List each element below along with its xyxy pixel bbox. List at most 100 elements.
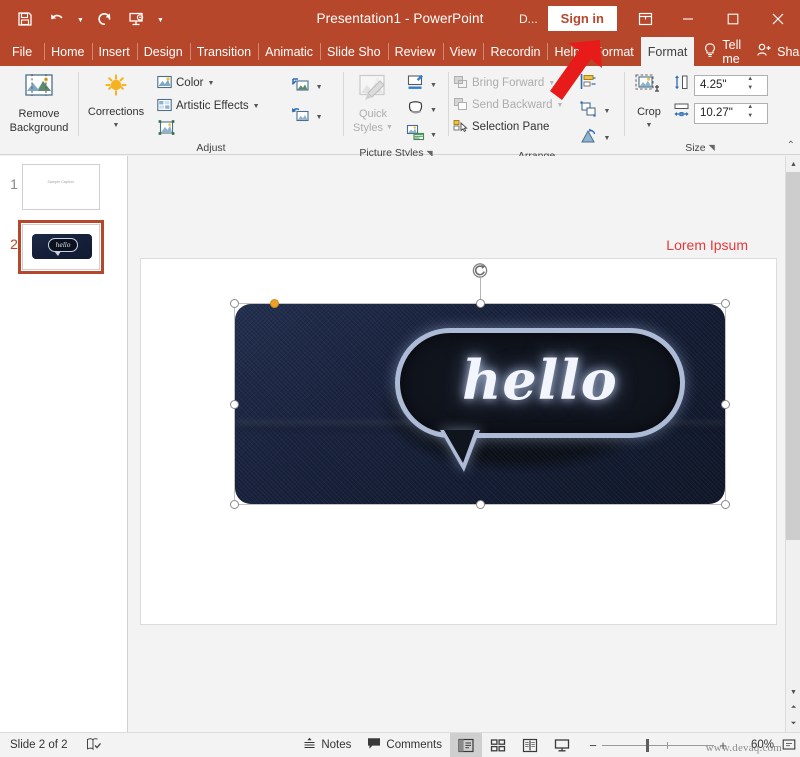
zoom-slider[interactable]: − + <box>578 733 738 757</box>
resize-handle-w[interactable] <box>230 399 239 409</box>
tab-view[interactable]: View <box>442 37 484 66</box>
corrections-dropdown-icon[interactable]: ▼ <box>113 120 120 132</box>
stepper-up-icon[interactable]: ▲ <box>747 76 753 86</box>
customize-qat-icon[interactable]: ▼ <box>154 5 167 33</box>
resize-handle-nw[interactable] <box>230 299 239 308</box>
next-slide-button[interactable]: ⏷ <box>786 716 800 732</box>
tell-me-button[interactable]: Tell me <box>694 38 751 66</box>
rotate-objects-button[interactable] <box>575 126 601 150</box>
rotate-dropdown-icon[interactable]: ▼ <box>603 135 610 142</box>
tab-recording[interactable]: Recordin <box>483 37 547 66</box>
color-dropdown-icon[interactable]: ▼ <box>207 80 214 87</box>
send-backward-dropdown-icon[interactable]: ▼ <box>557 102 564 109</box>
slide-thumbnail-1[interactable]: Sample Caption <box>22 164 100 210</box>
quick-styles-button[interactable]: Quick Styles ▼ <box>344 70 402 134</box>
vertical-scrollbar[interactable]: ▲ ▼ ⏶ ⏷ <box>785 156 800 732</box>
comments-button[interactable]: Comments <box>359 733 450 757</box>
transparency-button[interactable] <box>153 118 183 140</box>
picture-placeholder[interactable]: hello <box>230 263 730 509</box>
slide-thumbnail-2[interactable]: hello <box>18 220 104 274</box>
shape-adjust-handle[interactable] <box>270 299 279 308</box>
reset-dropdown-icon[interactable]: ▼ <box>316 114 323 121</box>
tab-home[interactable]: Home <box>44 37 91 66</box>
slide-show-icon[interactable] <box>546 733 578 757</box>
resize-handle-n[interactable] <box>475 299 485 308</box>
picture-layout-button[interactable] <box>402 123 428 147</box>
compress-pictures-button[interactable] <box>288 75 314 99</box>
crop-dropdown-icon[interactable]: ▼ <box>646 120 653 132</box>
slide-canvas[interactable]: Lorem Ipsum hello <box>128 156 785 732</box>
accessibility-check-button[interactable] <box>78 733 109 757</box>
picture-border-dropdown-icon[interactable]: ▼ <box>430 82 437 89</box>
shape-width-input[interactable]: 10.27" ▲ ▼ <box>694 102 768 124</box>
tab-transitions[interactable]: Transition <box>189 37 258 66</box>
redo-icon[interactable] <box>90 5 119 33</box>
bring-forward-button[interactable]: Bring Forward ▼ <box>449 72 567 94</box>
color-button[interactable]: Color ▼ <box>153 72 264 94</box>
undo-icon[interactable] <box>42 5 71 33</box>
undo-dropdown-icon[interactable]: ▼ <box>74 5 87 33</box>
picture-effects-button[interactable] <box>402 98 428 122</box>
scroll-down-button[interactable]: ▼ <box>786 684 800 700</box>
slide-title-text[interactable]: Lorem Ipsum <box>666 237 748 253</box>
scroll-up-button[interactable]: ▲ <box>786 156 800 172</box>
group-objects-button[interactable] <box>575 99 601 123</box>
send-backward-button[interactable]: Send Backward ▼ <box>449 94 567 116</box>
shape-height-stepper[interactable]: ▲ ▼ <box>734 76 768 95</box>
stepper-up-icon[interactable]: ▲ <box>747 104 753 114</box>
resize-handle-s[interactable] <box>475 500 485 509</box>
reading-view-icon[interactable] <box>514 733 546 757</box>
tab-review[interactable]: Review <box>387 37 443 66</box>
tab-animations[interactable]: Animatic <box>258 37 320 66</box>
tab-help[interactable]: Help <box>547 37 587 66</box>
picture-effects-dropdown-icon[interactable]: ▼ <box>430 107 437 114</box>
zoom-out-button[interactable]: − <box>584 738 602 753</box>
compress-dropdown-icon[interactable]: ▼ <box>316 84 323 91</box>
picture-layout-dropdown-icon[interactable]: ▼ <box>430 132 437 139</box>
tab-insert[interactable]: Insert <box>91 37 137 66</box>
shape-width-stepper[interactable]: ▲ ▼ <box>734 104 768 123</box>
reset-picture-button[interactable] <box>288 105 314 129</box>
slideshow-icon[interactable] <box>122 5 151 33</box>
minimize-icon[interactable] <box>665 0 710 37</box>
rotate-handle-icon[interactable] <box>472 262 489 279</box>
crop-button[interactable]: Crop ▼ <box>625 70 673 132</box>
shape-height-input[interactable]: 4.25" ▲ ▼ <box>694 74 768 96</box>
maximize-icon[interactable] <box>710 0 755 37</box>
stepper-down-icon[interactable]: ▼ <box>747 85 753 95</box>
tab-format-picture[interactable]: Format <box>640 37 695 66</box>
zoom-track[interactable] <box>602 733 714 757</box>
slide-thumbnail-pane[interactable]: 1 Sample Caption 2 hello <box>0 156 128 732</box>
selection-pane-button[interactable]: Selection Pane <box>449 116 567 138</box>
tab-design[interactable]: Design <box>136 37 190 66</box>
tab-slide-show[interactable]: Slide Sho <box>320 37 388 66</box>
resize-handle-ne[interactable] <box>721 299 730 308</box>
picture-border-button[interactable] <box>402 73 428 97</box>
ribbon-display-options-icon[interactable] <box>625 0 665 37</box>
slide-sorter-icon[interactable] <box>482 733 514 757</box>
zoom-level-value[interactable]: 60% <box>738 739 778 751</box>
artistic-effects-dropdown-icon[interactable]: ▼ <box>253 103 260 110</box>
align-objects-button[interactable] <box>575 72 601 96</box>
tab-format-shape[interactable]: Format <box>587 37 641 66</box>
scrollbar-thumb[interactable] <box>786 172 800 540</box>
save-icon[interactable] <box>10 5 39 33</box>
previous-slide-button[interactable]: ⏶ <box>786 700 800 716</box>
size-dialog-launcher-icon[interactable]: ◥ <box>709 143 715 152</box>
account-label[interactable]: D... <box>515 9 542 29</box>
stepper-down-icon[interactable]: ▼ <box>747 113 753 123</box>
artistic-effects-button[interactable]: Artistic Effects ▼ <box>153 95 264 117</box>
remove-background-button[interactable]: Remove Background <box>3 70 75 134</box>
normal-view-icon[interactable] <box>450 732 482 757</box>
bring-forward-dropdown-icon[interactable]: ▼ <box>548 80 555 87</box>
zoom-slider-knob[interactable] <box>646 738 649 752</box>
quick-styles-dropdown-icon[interactable]: ▼ <box>386 122 393 134</box>
slide-surface[interactable]: Lorem Ipsum hello <box>141 237 776 624</box>
close-icon[interactable] <box>755 0 800 37</box>
notes-button[interactable]: Notes <box>295 733 359 757</box>
share-button[interactable]: Share <box>751 43 800 60</box>
corrections-button[interactable]: Corrections ▼ <box>79 70 153 132</box>
tab-file[interactable]: File <box>0 37 44 66</box>
zoom-in-button[interactable]: + <box>714 738 732 753</box>
fit-to-window-icon[interactable] <box>778 733 800 757</box>
